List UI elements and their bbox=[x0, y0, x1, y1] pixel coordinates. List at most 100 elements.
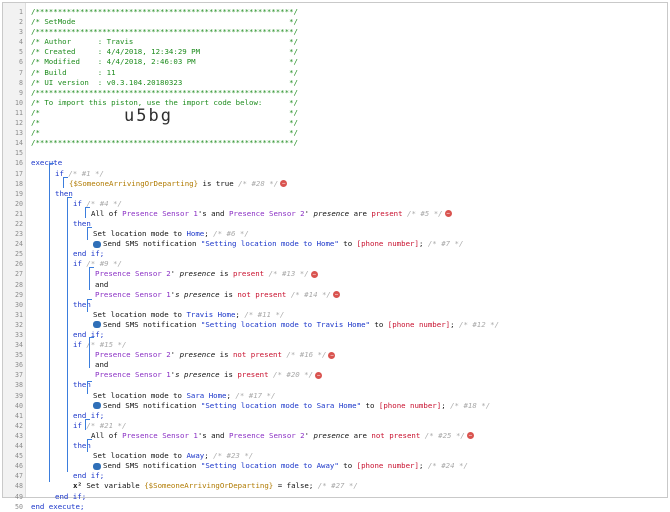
code-line: 10/* To import this piston, use the impo… bbox=[3, 98, 667, 108]
if-keyword[interactable]: if bbox=[73, 199, 82, 208]
condition-bracket bbox=[85, 419, 90, 430]
line-number: 5 bbox=[19, 48, 23, 57]
line-number: 27 bbox=[15, 270, 23, 279]
line-number: 24 bbox=[15, 240, 23, 249]
header-comment: /***************************************… bbox=[31, 138, 298, 148]
line-number: 28 bbox=[15, 280, 23, 289]
if-keyword[interactable]: if bbox=[73, 340, 82, 349]
message-bubble-icon bbox=[93, 462, 101, 470]
line-number: 9 bbox=[19, 88, 23, 97]
code-line: 47 end if; bbox=[3, 471, 667, 481]
line-number: 42 bbox=[15, 421, 23, 430]
header-comment: /***************************************… bbox=[31, 27, 298, 37]
device-ref[interactable]: Presence Sensor 2 bbox=[95, 350, 171, 359]
code-line: 40 Send SMS notification "Setting locatio… bbox=[3, 401, 667, 411]
line-number: 43 bbox=[15, 431, 23, 440]
device-ref[interactable]: Presence Sensor 1 bbox=[122, 209, 198, 218]
code-line: 15 bbox=[3, 148, 667, 158]
line-number: 49 bbox=[15, 492, 23, 501]
variable-ref[interactable]: {$SomeoneArrivingOrDeparting} bbox=[69, 179, 198, 188]
line-number: 25 bbox=[15, 250, 23, 259]
code-line: 22 then bbox=[3, 219, 667, 229]
minus-circle-icon[interactable]: − bbox=[444, 210, 452, 218]
code-line: 34 if /* #15 */ bbox=[3, 340, 667, 350]
code-line: 48 x² Set variable {$SomeoneArrivingOrDep… bbox=[3, 481, 667, 491]
message-bubble-icon bbox=[93, 402, 101, 410]
line-number: 18 bbox=[15, 179, 23, 188]
then-block-bracket bbox=[67, 197, 72, 472]
code-line: 29 Presence Sensor 1's presence is not pr… bbox=[3, 290, 667, 300]
execute-keyword[interactable]: execute bbox=[31, 158, 62, 168]
code-line: 13 /* */ bbox=[3, 128, 667, 138]
code-line: 9 /**************************************… bbox=[3, 88, 667, 98]
end-if-keyword[interactable]: end if; bbox=[55, 492, 86, 502]
minus-circle-icon[interactable]: − bbox=[280, 180, 288, 188]
line-number: 30 bbox=[15, 300, 23, 309]
line-number: 11 bbox=[15, 108, 23, 117]
header-comment: /***************************************… bbox=[31, 87, 298, 97]
minus-circle-icon[interactable]: − bbox=[466, 432, 474, 440]
line-number: 39 bbox=[15, 391, 23, 400]
end-if-keyword[interactable]: end if; bbox=[73, 249, 104, 259]
line-number: 29 bbox=[15, 290, 23, 299]
if-block-bracket bbox=[49, 163, 54, 482]
if-keyword[interactable]: if bbox=[73, 421, 82, 430]
code-line: 37 Presence Sensor 1's presence is presen… bbox=[3, 370, 667, 380]
line-number: 37 bbox=[15, 371, 23, 380]
minus-circle-icon[interactable]: − bbox=[328, 351, 336, 359]
header-comment: /***************************************… bbox=[31, 7, 298, 16]
code-line: 31 Set location mode to Travis Home; /* #… bbox=[3, 310, 667, 320]
minus-circle-icon[interactable]: − bbox=[315, 371, 323, 379]
line-number: 40 bbox=[15, 401, 23, 410]
variable-icon: x² bbox=[73, 481, 82, 491]
header-comment: /* Modified : 4/4/2018, 2:46:03 PM */ bbox=[31, 57, 298, 67]
code-line: 38 then bbox=[3, 380, 667, 390]
line-number: 46 bbox=[15, 462, 23, 471]
minus-circle-icon[interactable]: − bbox=[332, 291, 340, 299]
line-number: 32 bbox=[15, 320, 23, 329]
device-ref[interactable]: Presence Sensor 2 bbox=[95, 269, 171, 278]
line-number: 8 bbox=[19, 78, 23, 87]
device-ref[interactable]: Presence Sensor 1 bbox=[95, 370, 171, 379]
line-number: 20 bbox=[15, 199, 23, 208]
device-ref[interactable]: Presence Sensor 1 bbox=[122, 431, 198, 440]
device-ref[interactable]: Presence Sensor 2 bbox=[229, 431, 305, 440]
device-ref[interactable]: Presence Sensor 1 bbox=[95, 290, 171, 299]
end-if-keyword[interactable]: end if; bbox=[73, 471, 104, 481]
code-line: 20 if /* #4 */ bbox=[3, 199, 667, 209]
action-bracket bbox=[87, 439, 92, 452]
device-ref[interactable]: Presence Sensor 2 bbox=[229, 209, 305, 218]
line-number: 2 bbox=[19, 18, 23, 27]
minus-circle-icon[interactable]: − bbox=[310, 270, 318, 278]
line-number: 4 bbox=[19, 38, 23, 47]
header-comment: /* Author : Travis */ bbox=[31, 37, 298, 47]
code-line: 6 /* Modified : 4/4/2018, 2:46:03 PM */ bbox=[3, 57, 667, 67]
line-number: 6 bbox=[19, 58, 23, 67]
line-number: 7 bbox=[19, 68, 23, 77]
line-number: 41 bbox=[15, 411, 23, 420]
code-line: 1 /**************************************… bbox=[3, 7, 667, 17]
piston-code: 1 /**************************************… bbox=[3, 7, 667, 512]
code-line: 5 /* Created : 4/4/2018, 12:34:29 PM */ bbox=[3, 47, 667, 57]
code-line: 12/* */ bbox=[3, 118, 667, 128]
code-line: 11/* */ bbox=[3, 108, 667, 118]
header-comment: /* */ bbox=[31, 128, 298, 138]
code-line: 18 {$SomeoneArrivingOrDeparting} is true … bbox=[3, 179, 667, 189]
if-keyword[interactable]: if bbox=[73, 259, 82, 268]
code-line: 23 Set location mode to Home; /* #6 */ bbox=[3, 229, 667, 239]
action-bracket bbox=[87, 381, 92, 394]
end-execute-keyword[interactable]: end execute; bbox=[31, 502, 84, 512]
condition-bracket bbox=[89, 337, 94, 368]
code-line: 7 /* Build : 11 */ bbox=[3, 68, 667, 78]
condition-bracket bbox=[63, 177, 68, 188]
variable-ref[interactable]: {$SomeoneArrivingOrDeparting} bbox=[144, 481, 273, 490]
line-number: 14 bbox=[15, 139, 23, 148]
code-line: 25 end if; bbox=[3, 249, 667, 259]
code-line: 16 execute bbox=[3, 158, 667, 168]
header-comment: /* Build : 11 */ bbox=[31, 67, 298, 77]
code-line: 45 Set location mode to Away; /* #23 */ bbox=[3, 451, 667, 461]
code-line: 42 if /* #21 */ bbox=[3, 421, 667, 431]
line-number: 1 bbox=[19, 8, 23, 16]
condition-bracket bbox=[89, 267, 94, 290]
line-number: 48 bbox=[15, 482, 23, 491]
